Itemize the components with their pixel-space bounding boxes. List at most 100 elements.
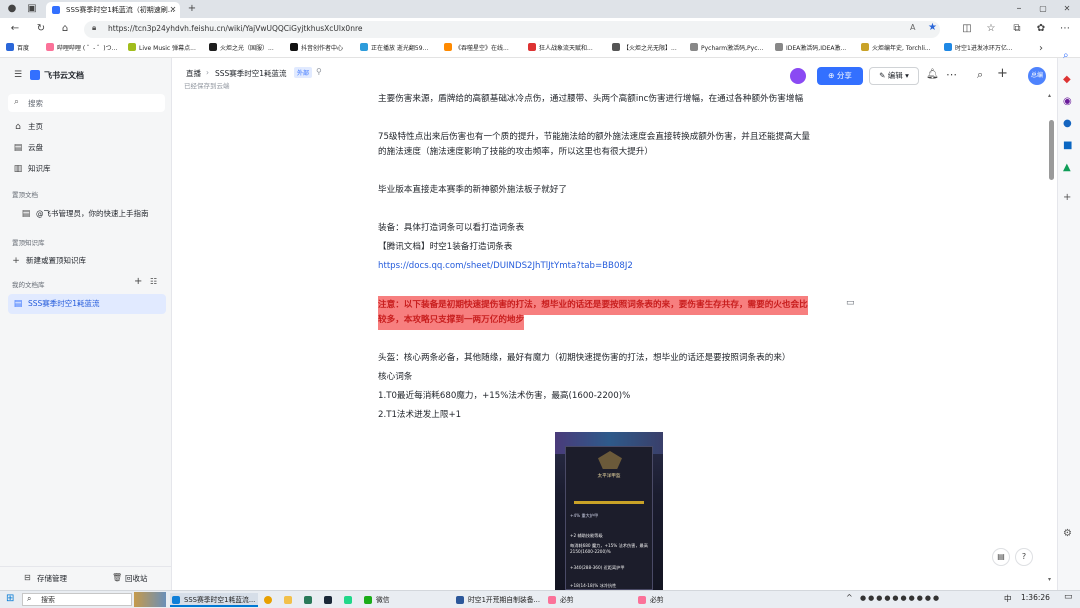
home-browser-icon[interactable]: ⌂ xyxy=(58,23,72,35)
extensions-icon[interactable]: ✿ xyxy=(1034,23,1048,35)
paragraph: 1.T0最近每消耗680魔力，+15%法术伤害，最高(1600-2200)% xyxy=(378,391,631,401)
storage-button[interactable]: 存储管理 xyxy=(37,573,67,584)
bookmark-item[interactable]: IDEA激活码,IDEA激... xyxy=(775,43,846,55)
notifications-icon[interactable]: ▭ xyxy=(1064,592,1073,602)
docs-link[interactable]: https://docs.qq.com/sheet/DUINDS2JhTlJtY… xyxy=(378,257,633,276)
sidebar: ☰ 飞书云文档 ⌕ 搜索 ⌂ 主页 ▤ 云盘 ▥ 知识库 置顶文档 ▤ @飞书管理员，你… xyxy=(0,58,172,590)
taskbar-item-doc[interactable]: 时空1开荒期自制装备... xyxy=(454,593,542,607)
notification-bell-icon[interactable]: 🔔︎ xyxy=(926,69,939,80)
bookmark-item[interactable]: 时空1进发冰环万亿... xyxy=(944,43,1013,55)
pin-icon[interactable]: ⚲ xyxy=(316,67,322,76)
browser-tab-bar: ● ▣ SSS赛季时空1耗蓝流（初期速刷… ✕ + – ▢ ✕ xyxy=(0,0,1080,18)
close-tab-icon[interactable]: ✕ xyxy=(168,4,178,16)
add-sidebar-app-icon[interactable]: + xyxy=(1063,192,1071,203)
steam-icon[interactable] xyxy=(322,593,338,607)
pinned-doc-item[interactable]: ▤ @飞书管理员，你的快速上手指南 xyxy=(16,205,174,223)
collapse-sidebar-icon[interactable]: ☰ xyxy=(14,70,22,80)
widget-thumbnail[interactable] xyxy=(134,592,166,607)
outlook-icon[interactable]: ■ xyxy=(1063,140,1072,151)
nav-cloud-drive[interactable]: ▤ 云盘 xyxy=(8,139,166,157)
share-button[interactable]: ⊕ 分享 xyxy=(817,67,863,85)
comment-icon[interactable]: ▭ xyxy=(846,298,855,308)
taskbar-search-box[interactable]: ⌕ 搜索 xyxy=(22,593,132,606)
bookmark-item[interactable]: Live Music 弹幕点... xyxy=(128,43,196,55)
explorer-icon[interactable] xyxy=(282,593,298,607)
bookmark-item[interactable]: 正在播放 逝光翻59... xyxy=(360,43,428,55)
new-kb-button[interactable]: + 新建或置顶知识库 xyxy=(6,252,164,270)
start-icon[interactable]: ⊞ xyxy=(6,593,14,604)
browser-tab-active[interactable]: SSS赛季时空1耗蓝流（初期速刷… xyxy=(46,2,180,18)
edit-mode-button[interactable]: ✎ 编辑 ▾ xyxy=(869,67,919,85)
bookmark-item[interactable]: 《吞噬星空》在线... xyxy=(444,43,509,55)
paragraph: 【腾讯文档】时空1装备打造词条表 xyxy=(378,242,513,252)
chevron-right-icon[interactable]: › xyxy=(1036,43,1046,55)
tools-icon[interactable]: ◉ xyxy=(1063,96,1072,107)
search-input[interactable]: ⌕ 搜索 xyxy=(8,94,165,112)
maximize-icon[interactable]: ▢ xyxy=(1036,3,1050,15)
clock[interactable]: 1:36:26 xyxy=(1021,593,1050,602)
add-doc-icon[interactable]: + xyxy=(134,276,142,287)
collaborator-avatar[interactable] xyxy=(790,68,806,84)
new-tab-icon[interactable]: + xyxy=(186,3,198,15)
doc-scrollbar[interactable]: ▴ ▾ xyxy=(1046,92,1057,590)
bookmark-label: 正在播放 逝光翻59... xyxy=(371,45,429,52)
read-aloud-icon[interactable]: A xyxy=(910,23,915,32)
taskbar-item-bijian[interactable]: 必剪 xyxy=(546,593,634,607)
favorite-star-icon[interactable]: ★ xyxy=(928,22,937,33)
bookmark-item[interactable]: 抖音创作者中心 xyxy=(290,43,343,55)
input-language[interactable]: 中 xyxy=(1004,593,1012,604)
url-field[interactable]: 🔒︎ https://tcn3p24yhdvh.feishu.cn/wiki/Y… xyxy=(84,21,940,38)
create-icon[interactable]: + xyxy=(997,66,1008,81)
bookmark-item[interactable]: 火炬之光（国服）... xyxy=(209,43,274,55)
refresh-icon[interactable]: ↻ xyxy=(34,23,48,35)
user-avatar[interactable]: 总编 xyxy=(1028,67,1046,85)
scroll-up-icon[interactable]: ▴ xyxy=(1048,92,1051,99)
my-lib-item-active[interactable]: ▤ SSS赛季时空1耗蓝流 xyxy=(8,294,166,314)
pycharm-icon[interactable] xyxy=(342,593,358,607)
bookmark-item[interactable]: 百度 xyxy=(6,43,29,55)
breadcrumb-doc[interactable]: SSS赛季时空1耗蓝流 xyxy=(215,68,287,79)
equipment-screenshot[interactable]: 太平洋甲盔 +4% 重大护甲 +2 辅助技能等级 每消耗680 魔力，+15% … xyxy=(555,432,663,590)
taskbar-item-wechat[interactable]: 微信 xyxy=(362,593,450,607)
minimize-icon[interactable]: – xyxy=(1012,3,1026,15)
plus-icon: + xyxy=(12,256,20,266)
bookmark-label: 火炬编年史, Torchli... xyxy=(872,45,931,52)
more-options-icon[interactable]: ⋯ xyxy=(946,68,957,81)
nav-home[interactable]: ⌂ 主页 xyxy=(8,118,166,136)
back-icon[interactable]: ← xyxy=(8,23,22,35)
bookmark-item[interactable]: 狂人战象流天赋和... xyxy=(528,43,593,55)
nav-knowledge-base[interactable]: ▥ 知识库 xyxy=(8,160,166,178)
collections-icon[interactable]: ⧉ xyxy=(1010,23,1024,35)
scroll-thumb[interactable] xyxy=(1049,120,1054,180)
search-doc-icon[interactable]: ⌕ xyxy=(977,68,983,82)
chrome-icon[interactable] xyxy=(262,593,278,607)
shopping-icon[interactable]: ◆ xyxy=(1063,74,1071,85)
profile-icon[interactable]: ● xyxy=(6,3,18,15)
tray-chevron-icon[interactable]: ^ xyxy=(846,593,853,602)
scroll-down-icon[interactable]: ▾ xyxy=(1048,576,1051,583)
taskbar-item-bijian-2[interactable]: 必剪 xyxy=(636,593,724,607)
helmet-icon xyxy=(598,451,622,469)
bookmark-item[interactable]: 【火炬之光无限】... xyxy=(612,43,677,55)
bookmark-item[interactable]: 火炬编年史, Torchli... xyxy=(861,43,931,55)
taskbar-item-browser[interactable]: SSS赛季时空1耗蓝流... xyxy=(170,593,258,607)
breadcrumb-root[interactable]: 直播 xyxy=(186,68,201,79)
outline-icon[interactable]: ▤ xyxy=(992,548,1010,566)
split-screen-icon[interactable]: ◫ xyxy=(960,23,974,35)
close-window-icon[interactable]: ✕ xyxy=(1060,3,1074,15)
more-browser-icon[interactable]: ⋯ xyxy=(1058,23,1072,35)
sidebar-settings-icon[interactable]: ⚙ xyxy=(1063,528,1072,539)
search-sidebar-icon[interactable]: ⌕ xyxy=(1063,50,1069,61)
tray-icons[interactable]: ●●●●●●●●●● xyxy=(860,594,941,602)
games-icon[interactable]: ● xyxy=(1063,118,1072,129)
trash-button[interactable]: 回收站 xyxy=(125,573,148,584)
help-icon[interactable]: ? xyxy=(1015,548,1033,566)
drop-icon[interactable]: ▲ xyxy=(1063,162,1071,173)
favorites-icon[interactable]: ☆ xyxy=(984,23,998,35)
bookmark-item[interactable]: 哔哩哔哩 ( ゜- ゜)つ... xyxy=(46,43,117,55)
list-options-icon[interactable]: ☷ xyxy=(150,277,157,286)
tab-actions-icon[interactable]: ▣ xyxy=(26,3,38,15)
bookmark-item[interactable]: Pycharm激活码,Pyc... xyxy=(690,43,763,55)
app-icon[interactable] xyxy=(302,593,318,607)
doc-body: 主要伤害来源，盾牌给的高额基础冰冷点伤，通过腰带、头两个高额inc伤害进行增幅，… xyxy=(172,92,1046,590)
